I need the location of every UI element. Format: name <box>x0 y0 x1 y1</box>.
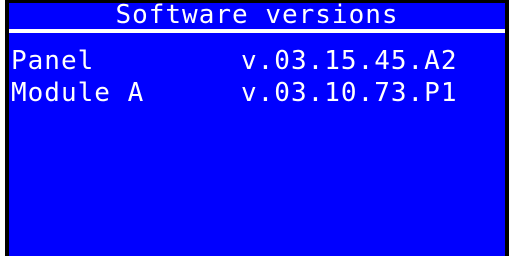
display-screen: Software versions Panel v.03.15.45.A2 Mo… <box>5 0 509 256</box>
title-bar: Software versions <box>9 0 505 33</box>
list-item: Panel v.03.15.45.A2 <box>9 45 505 77</box>
version-value: v.03.15.45.A2 <box>241 46 458 76</box>
version-list: Panel v.03.15.45.A2 Module A v.03.10.73.… <box>9 45 505 109</box>
version-value: v.03.10.73.P1 <box>241 78 458 108</box>
page-title: Software versions <box>115 0 399 30</box>
list-item: Module A v.03.10.73.P1 <box>9 77 505 109</box>
component-label: Module A <box>11 78 145 108</box>
component-label: Panel <box>11 46 95 76</box>
